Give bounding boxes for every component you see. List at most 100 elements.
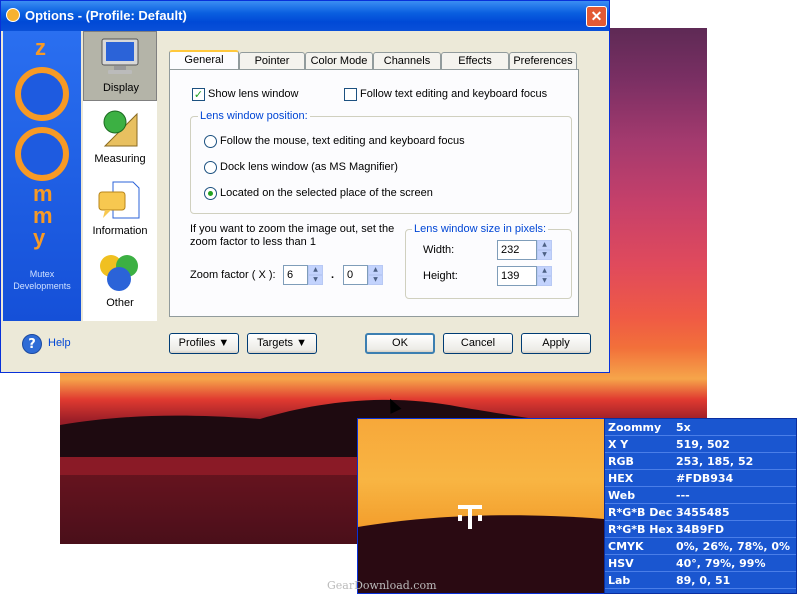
info-row: Web --- [605, 487, 796, 504]
tab-general[interactable]: General [169, 50, 239, 70]
tab-color-mode[interactable]: Color Mode [305, 52, 373, 69]
nav-item-information[interactable]: Information [83, 175, 157, 245]
zoom-factor-integer-input[interactable]: 6 [283, 265, 308, 285]
help-icon[interactable]: ? [22, 334, 42, 354]
zoom-factor-fraction-spinner[interactable]: ▲ ▼ [368, 265, 383, 285]
zoom-factor-integer-spinner[interactable]: ▲ ▼ [308, 265, 323, 285]
balls-icon [100, 255, 138, 291]
brand-ring-1-icon [15, 67, 69, 121]
nav-item-display[interactable]: Display [83, 31, 157, 101]
width-spinner[interactable]: ▲ ▼ [537, 240, 552, 260]
tab-effects[interactable]: Effects [441, 52, 509, 69]
follow-text-editing-checkbox[interactable] [344, 88, 357, 101]
magnifier-lens-window [357, 418, 605, 594]
help-link[interactable]: Help [48, 337, 71, 349]
info-value: --- [676, 489, 690, 502]
nav-item-label: Information [92, 225, 148, 237]
position-follow-mouse-label: Follow the mouse, text editing and keybo… [220, 135, 465, 147]
watermark-text: GearDownload.com [327, 579, 437, 592]
info-row: Zoommy 5x [605, 419, 796, 436]
height-label: Height: [423, 270, 458, 282]
show-lens-window-checkbox[interactable]: ✓ [192, 88, 205, 101]
close-button[interactable]: ✕ [586, 6, 607, 27]
info-key: R*G*B Dec [608, 506, 673, 519]
spin-up-icon[interactable]: ▲ [308, 265, 323, 275]
targets-button-label: Targets [256, 337, 294, 349]
zoom-factor-fraction-input[interactable]: 0 [343, 265, 368, 285]
info-row: HSV 40°, 79%, 99% [605, 555, 796, 572]
category-nav: Display Measuring Information Other [83, 31, 157, 321]
lens-position-group-title: Lens window position: [198, 110, 310, 122]
lens-size-group: Lens window size in pixels: Width: 232 ▲… [405, 223, 572, 299]
position-selected-place-label: Located on the selected place of the scr… [220, 187, 433, 199]
zoom-hint-line2: zoom factor to less than 1 [190, 236, 316, 248]
info-key: HSV [608, 557, 634, 570]
brand-letter-z: z [35, 35, 46, 60]
zoom-factor-label: Zoom factor ( X ): [190, 269, 276, 281]
position-dock-label: Dock lens window (as MS Magnifier) [220, 161, 398, 173]
spin-down-icon[interactable]: ▼ [368, 275, 383, 285]
nav-item-other[interactable]: Other [83, 247, 157, 317]
nav-item-measuring[interactable]: Measuring [83, 103, 157, 173]
position-dock-radio[interactable] [204, 161, 217, 174]
nav-item-label: Display [102, 82, 140, 94]
spin-up-icon[interactable]: ▲ [368, 265, 383, 275]
follow-text-editing-label: Follow text editing and keyboard focus [360, 88, 548, 100]
zoom-hint-line1: If you want to zoom the image out, set t… [190, 223, 395, 235]
targets-button[interactable]: Targets ▼ [247, 333, 317, 354]
dropdown-arrow-icon: ▼ [296, 337, 308, 349]
tab-channels[interactable]: Channels [373, 52, 441, 69]
color-info-panel: Zoommy 5x X Y 519, 502 RGB 253, 185, 52 HEX… [604, 418, 797, 594]
info-value: 40°, 79%, 99% [676, 557, 766, 570]
position-follow-mouse-radio[interactable] [204, 135, 217, 148]
zoom-decimal-separator: . [331, 269, 335, 281]
info-key: HEX [608, 472, 634, 485]
close-icon: ✕ [590, 8, 603, 24]
width-label: Width: [423, 244, 455, 256]
info-row: X Y 519, 502 [605, 436, 796, 453]
info-row: R*G*B Hex 34B9FD [605, 521, 796, 538]
spin-down-icon[interactable]: ▼ [308, 275, 323, 285]
show-lens-window-label: Show lens window [208, 88, 299, 100]
spin-up-icon[interactable]: ▲ [537, 266, 552, 276]
brand-strip: z m m y Mutex Developments [3, 31, 81, 321]
info-key: CMYK [608, 540, 644, 553]
info-row: RGB 253, 185, 52 [605, 453, 796, 470]
brand-letter: y [33, 225, 46, 250]
spin-down-icon[interactable]: ▼ [537, 276, 552, 286]
height-input[interactable]: 139 [497, 266, 537, 286]
info-key: Web [608, 489, 636, 502]
width-input[interactable]: 232 [497, 240, 537, 260]
window-title: Options - (Profile: Default) [25, 8, 187, 23]
info-key: Zoommy [608, 421, 662, 434]
info-row: R*G*B Dec 3455485 [605, 504, 796, 521]
magnified-crosshair [358, 505, 604, 593]
info-value: 519, 502 [676, 438, 730, 451]
info-value: 253, 185, 52 [676, 455, 754, 468]
spin-down-icon[interactable]: ▼ [537, 250, 552, 260]
info-row: CMYK 0%, 26%, 78%, 0% [605, 538, 796, 555]
monitor-icon [101, 38, 139, 74]
tab-pointer[interactable]: Pointer [239, 52, 305, 69]
title-bar[interactable]: Options - (Profile: Default) ✕ [1, 1, 609, 31]
info-key: Lab [608, 574, 631, 587]
tab-preferences[interactable]: Preferences [509, 52, 577, 69]
apply-button[interactable]: Apply [521, 333, 591, 354]
nav-item-label: Other [106, 297, 134, 309]
info-value: 0%, 26%, 78%, 0% [676, 540, 791, 553]
position-selected-place-radio[interactable] [204, 187, 217, 200]
ok-button[interactable]: OK [365, 333, 435, 354]
info-value: 34B9FD [676, 523, 724, 536]
cancel-button[interactable]: Cancel [443, 333, 513, 354]
height-spinner[interactable]: ▲ ▼ [537, 266, 552, 286]
lens-size-group-title: Lens window size in pixels: [412, 223, 549, 235]
info-icon [98, 181, 140, 219]
general-tab-panel: ✓ Show lens window Follow text editing a… [169, 69, 579, 317]
spin-up-icon[interactable]: ▲ [537, 240, 552, 250]
info-row: HEX #FDB934 [605, 470, 796, 487]
profiles-button[interactable]: Profiles ▼ [169, 333, 239, 354]
dropdown-arrow-icon: ▼ [218, 337, 230, 349]
brand-ring-2-icon [15, 127, 69, 181]
info-key: X Y [608, 438, 629, 451]
zoommy-app-icon [6, 8, 20, 22]
